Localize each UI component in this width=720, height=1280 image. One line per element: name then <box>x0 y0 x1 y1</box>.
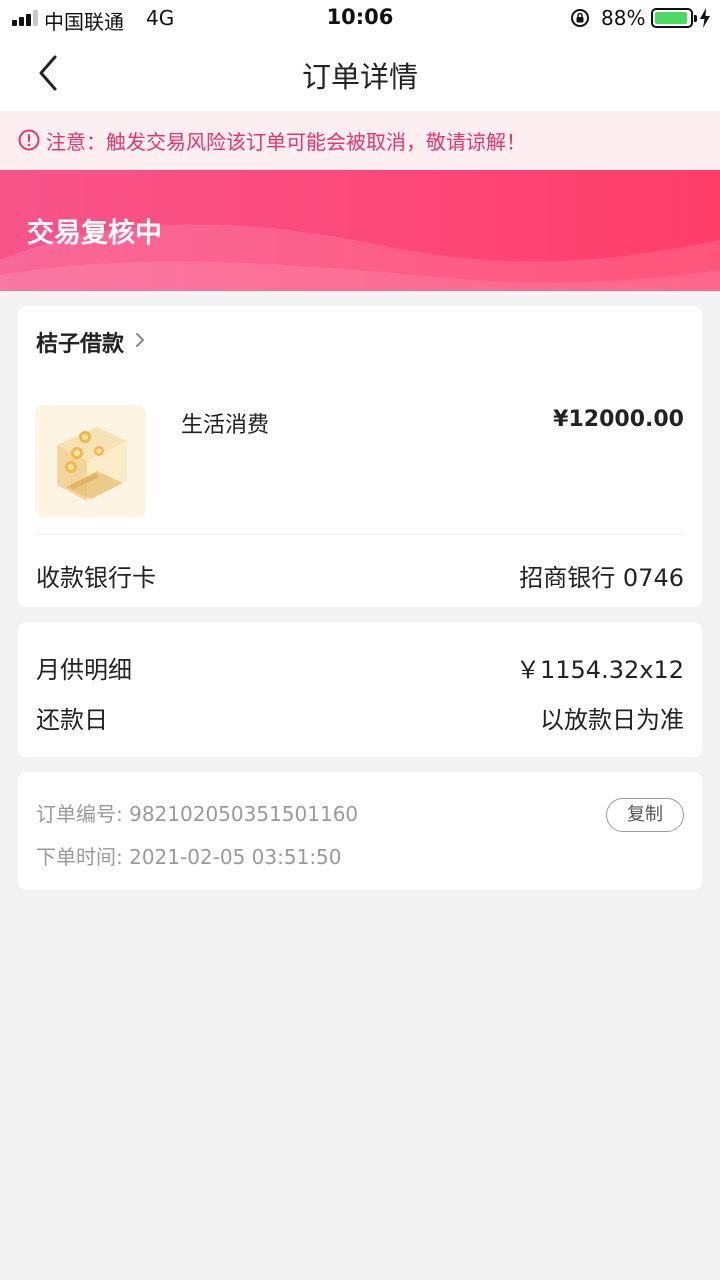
repayment-card: 月供明细 ￥1154.32x12 还款日 以放款日为准 <box>18 622 702 757</box>
battery-fill <box>655 12 687 24</box>
product-thumbnail <box>35 405 146 517</box>
order-number: 订单编号: 982102050351501160 <box>36 802 359 826</box>
navigation-bar: 订单详情 <box>0 36 720 111</box>
status-bar: 中国联通 4G 10:06 88% <box>0 0 720 36</box>
order-time: 下单时间: 2021-02-05 03:51:50 <box>36 845 342 869</box>
bank-card-label: 收款银行卡 <box>36 564 156 592</box>
risk-warning-banner: 注意：触发交易风险该订单可能会被取消，敬请谅解！ <box>0 111 720 170</box>
order-item-card: 桔子借款 生活消费 ¥12000.00 收款银行卡 招商银行 0746 <box>18 306 702 607</box>
chevron-right-icon[interactable] <box>133 331 147 349</box>
product-name: 生活消费 <box>181 413 270 438</box>
order-meta-card: 订单编号: 982102050351501160 下单时间: 2021-02-0… <box>18 772 702 890</box>
page-title: 订单详情 <box>301 60 418 94</box>
alert-circle-icon <box>18 129 40 151</box>
battery-icon <box>651 8 697 28</box>
battery-percentage: 88% <box>601 6 646 30</box>
divider <box>36 534 684 535</box>
order-status-banner: 交易复核中 <box>0 170 720 291</box>
order-status-title: 交易复核中 <box>27 218 162 249</box>
repayment-day-label: 还款日 <box>36 706 108 734</box>
monthly-payment-value: ￥1154.32x12 <box>516 656 684 684</box>
coin-box-icon <box>57 427 127 501</box>
product-price: ¥12000.00 <box>553 407 684 432</box>
copy-button[interactable]: 复制 <box>606 798 684 832</box>
bank-card-value: 招商银行 0746 <box>519 564 684 592</box>
repayment-day-value: 以放款日为准 <box>540 706 684 734</box>
orientation-lock-icon <box>571 9 589 27</box>
monthly-payment-label: 月供明细 <box>36 656 132 684</box>
merchant-name[interactable]: 桔子借款 <box>36 326 124 358</box>
warning-text: 注意：触发交易风险该订单可能会被取消，敬请谅解！ <box>46 130 526 154</box>
charging-bolt-icon <box>700 8 710 28</box>
